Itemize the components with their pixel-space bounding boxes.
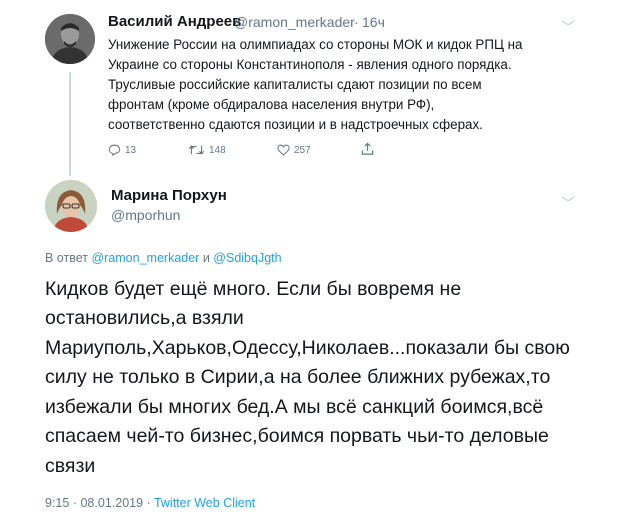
reply-text-line: Мариуполь,Харьков,Одессу,Николаев...пока… [45,337,570,359]
replying-prefix: В ответ [45,251,88,265]
chevron-down-icon[interactable]: ⌵ [561,16,574,29]
tweet-client-link[interactable]: Twitter Web Client [154,496,255,510]
parent-text-line: фронтам (кроме обдиралова населения внут… [108,97,435,112]
like-button[interactable]: 257 [277,144,311,156]
reply-button[interactable]: 13 [108,144,136,156]
share-button[interactable] [361,142,374,156]
reply-count: 13 [125,144,137,156]
parent-text-line: Унижение России на олимпиадах со стороны… [108,37,523,52]
meta-separator: · [146,496,151,510]
tweet-time[interactable]: 9:15 [45,496,69,510]
reply-text-line: связи [45,455,96,477]
reply-text-line: остановились,а взяли [45,307,244,329]
mention-link[interactable]: @SdibqJgth [213,251,281,265]
replying-to: В ответ @ramon_merkader и @SdibqJgth [45,251,282,265]
reply-icon [108,144,121,156]
reply-author-handle[interactable]: @mporhun [111,207,180,223]
tweet-meta: 9:15 · 08.01.2019 · Twitter Web Client [45,496,255,510]
mention-link[interactable]: @ramon_merkader [91,251,199,265]
parent-author-avatar[interactable] [45,14,95,64]
thread-connector-line [69,72,71,176]
parent-timestamp[interactable]: 16ч [362,14,385,30]
retweet-icon [188,145,205,155]
meta-separator: · [72,496,77,510]
reply-text-line: силу не только в Сирии,а на более ближни… [45,366,551,388]
retweet-count: 148 [209,144,226,156]
reply-text-line: избежали бы многих бед.А мы всё санкций … [45,396,544,418]
retweet-button[interactable]: 148 [188,144,226,156]
reply-author-avatar[interactable] [45,180,97,232]
parent-author-handle[interactable]: @ramon_merkader [234,14,355,30]
parent-text-line: Украине со стороны Константинополя - явл… [108,57,512,72]
chevron-down-icon[interactable]: ⌵ [561,192,574,205]
reply-text-line: Кидков будет ещё много. Если бы вовремя … [45,278,462,300]
tweet-date[interactable]: 08.01.2019 [80,496,143,510]
heart-icon [277,144,290,156]
parent-author-name[interactable]: Василий Андреев [108,13,241,30]
parent-time-separator: · [354,14,359,30]
share-icon [361,142,374,155]
parent-text-line: соответственно сдаются позиции и в надст… [108,117,483,132]
reply-author-name[interactable]: Марина Порхун [111,187,227,204]
like-count: 257 [294,144,311,156]
reply-text-line: спасаем чей-то бизнес,боимся порвать чьи… [45,425,549,447]
replying-conj: и [202,251,210,265]
parent-text-line: Трусливые российские капиталисты сдают п… [108,77,482,92]
